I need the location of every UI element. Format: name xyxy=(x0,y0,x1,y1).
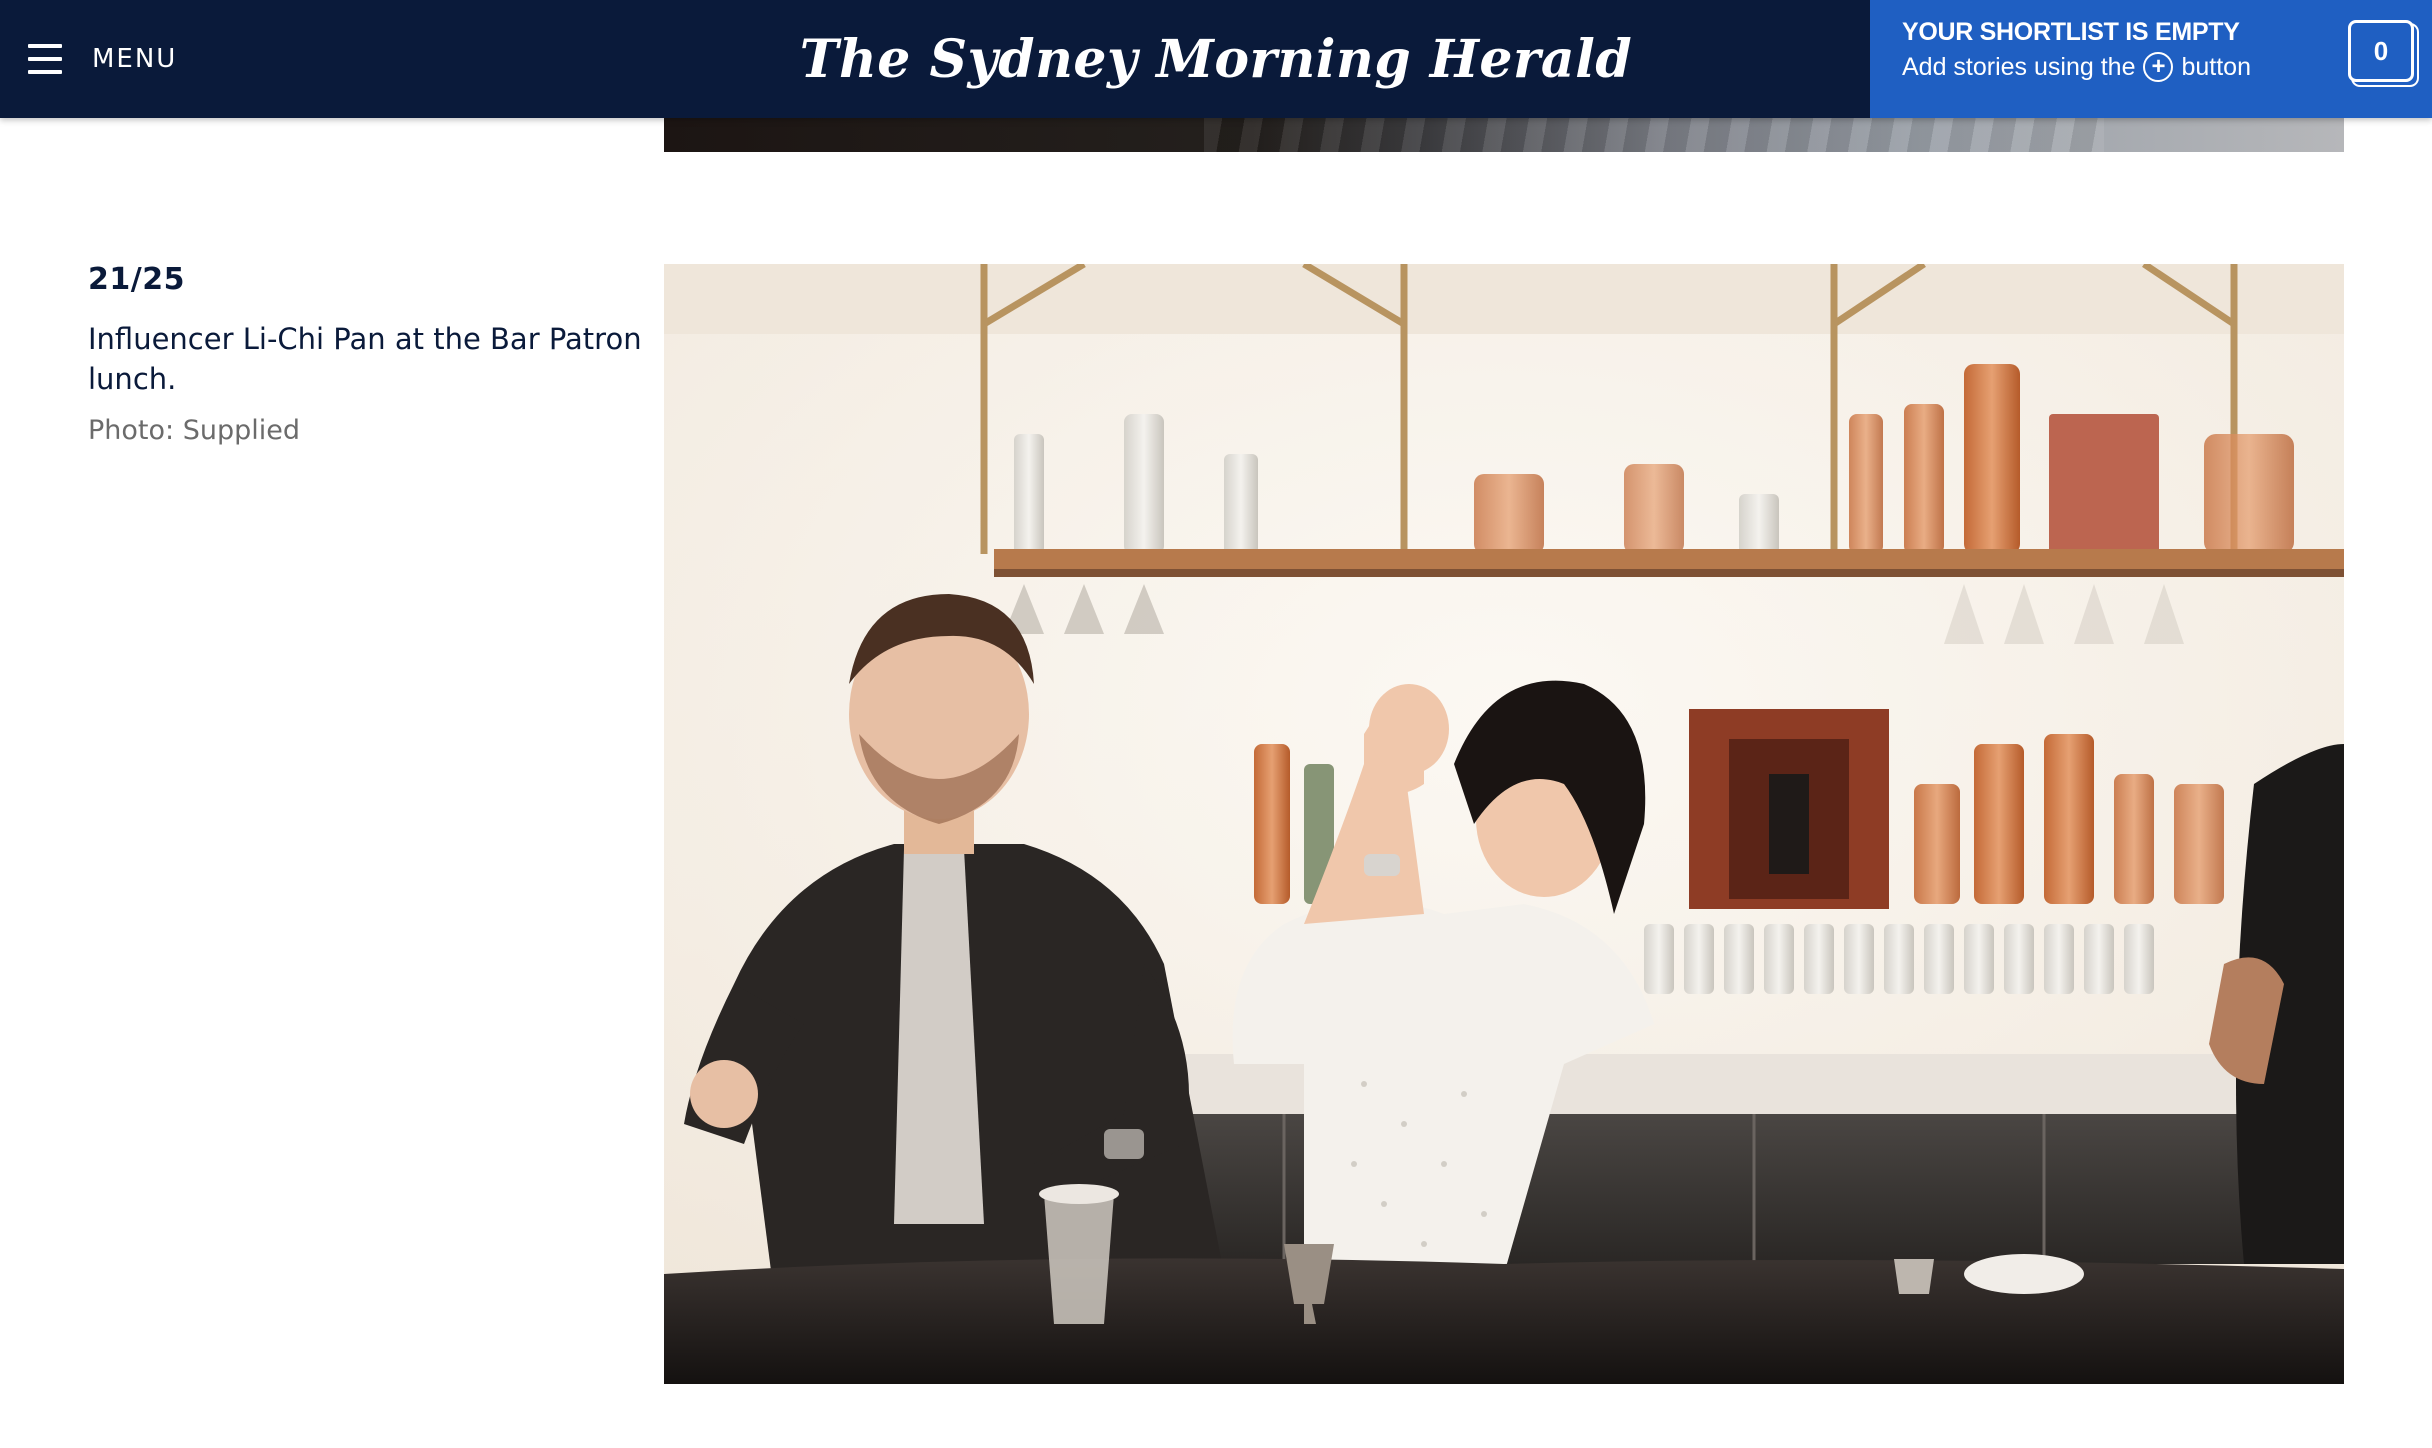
shortlist-hint-text-before: Add stories using the xyxy=(1902,52,2136,81)
menu-button[interactable]: MENU xyxy=(28,30,177,88)
shortlist-count: 0 xyxy=(2373,35,2389,66)
caption-text: Influencer Li-Chi Pan at the Bar Patron … xyxy=(88,322,642,396)
masthead-logo-link[interactable]: The Sydney Morning Herald xyxy=(800,29,1632,90)
shortlist-count-button[interactable]: 0 xyxy=(2348,20,2414,82)
site-header: MENU The Sydney Morning Herald YOUR SHOR… xyxy=(0,0,2432,118)
previous-gallery-photo xyxy=(664,118,2344,152)
shortlist-panel[interactable]: YOUR SHORTLIST IS EMPTY Add stories usin… xyxy=(1870,0,2432,118)
photo-credit: Photo: Supplied xyxy=(88,415,300,446)
shortlist-hint-text-after: button xyxy=(2181,52,2251,81)
plus-circle-icon: + xyxy=(2143,52,2174,82)
shortlist-hint: Add stories using the + button xyxy=(1902,52,2251,82)
shortlist-title: YOUR SHORTLIST IS EMPTY xyxy=(1902,18,2240,46)
menu-label: MENU xyxy=(92,44,178,74)
gallery-caption: 21/25 Influencer Li-Chi Pan at the Bar P… xyxy=(88,262,648,446)
slide-counter: 21/25 xyxy=(88,262,185,297)
gallery-photo xyxy=(664,264,2344,1384)
hamburger-icon xyxy=(28,44,62,74)
